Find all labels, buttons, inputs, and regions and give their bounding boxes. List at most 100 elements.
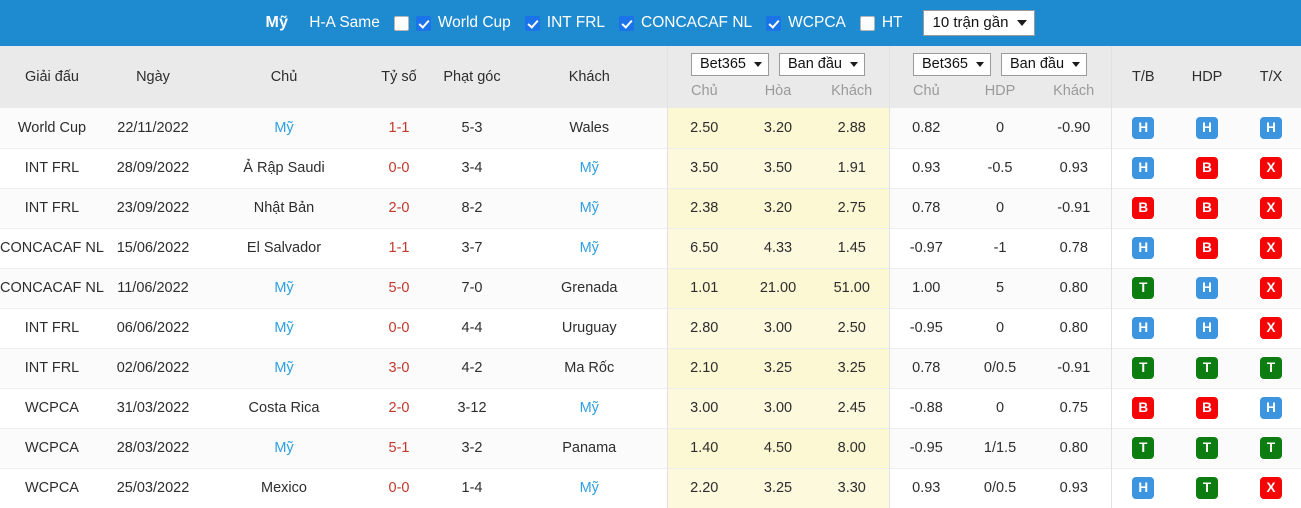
header-corners[interactable]: Phạt góc bbox=[432, 46, 512, 108]
cell-odds1-draw: 3.50 bbox=[741, 148, 815, 188]
subheader-odds2-hdp[interactable]: HDP bbox=[963, 83, 1037, 99]
cell-home-text[interactable]: Mỹ bbox=[274, 440, 293, 456]
filter-ha-same[interactable]: H-A Same bbox=[302, 14, 380, 32]
checkbox-world-cup[interactable] bbox=[415, 15, 431, 31]
cell-odds2-home: 0.93 bbox=[888, 148, 964, 188]
cell-league: INT FRL bbox=[0, 188, 104, 228]
cell-away-text[interactable]: Mỹ bbox=[580, 200, 599, 216]
table-row[interactable]: World Cup 22/11/2022 Mỹ 1-1 5-3 Wales 2.50 3.20… bbox=[0, 108, 1301, 148]
filter-concacaf-nl[interactable]: CONCACAF NL bbox=[641, 14, 752, 32]
cell-tx: X bbox=[1239, 468, 1301, 508]
cell-tx: H bbox=[1239, 108, 1301, 148]
header-tb[interactable]: T/B bbox=[1110, 46, 1176, 108]
filter-ht[interactable]: HT bbox=[882, 14, 903, 32]
checkbox-int-frl[interactable] bbox=[524, 15, 540, 31]
cell-tx-badge: H bbox=[1260, 116, 1283, 139]
cell-odds2-hdp: 0 bbox=[963, 308, 1038, 348]
cell-home: Mexico bbox=[202, 468, 366, 508]
cell-league: World Cup bbox=[0, 108, 104, 148]
cell-odds1-away: 3.30 bbox=[815, 468, 890, 508]
phase-select-2[interactable]: Ban đầu bbox=[1000, 53, 1088, 76]
cell-hdp-badge: H bbox=[1196, 116, 1219, 139]
header-league[interactable]: Giải đấu bbox=[0, 46, 104, 108]
checkbox-ht[interactable] bbox=[859, 15, 875, 31]
cell-home-text[interactable]: Mỹ bbox=[274, 280, 293, 296]
cell-league: INT FRL bbox=[0, 348, 104, 388]
cell-home-text[interactable]: Mỹ bbox=[274, 320, 293, 336]
subheader-odds1-home[interactable]: Chủ bbox=[668, 83, 742, 99]
cell-odds2-away: 0.80 bbox=[1037, 268, 1112, 308]
cell-home: Mỹ bbox=[202, 268, 366, 308]
bookmaker-select-2-value: Bet365 bbox=[922, 56, 968, 73]
table-row[interactable]: INT FRL 06/06/2022 Mỹ 0-0 4-4 Uruguay 2.80 3.00… bbox=[0, 308, 1301, 348]
phase-select-2-value: Ban đầu bbox=[1009, 56, 1065, 73]
cell-date: 15/06/2022 bbox=[104, 228, 202, 268]
header-away[interactable]: Khách bbox=[512, 46, 667, 108]
cell-odds2-away: 0.80 bbox=[1037, 308, 1112, 348]
cell-tb: B bbox=[1110, 188, 1176, 228]
chevron-down-icon bbox=[975, 61, 984, 67]
cell-score: 3-0 bbox=[366, 348, 432, 388]
cell-home: Mỹ bbox=[202, 108, 366, 148]
cell-home-text[interactable]: Mỹ bbox=[274, 360, 293, 376]
header-hdp-badge[interactable]: HDP bbox=[1175, 46, 1240, 108]
cell-odds1-home: 2.50 bbox=[666, 108, 741, 148]
cell-tb-badge: H bbox=[1132, 116, 1155, 139]
bookmaker-select-1[interactable]: Bet365 bbox=[691, 53, 769, 76]
header-date[interactable]: Ngày bbox=[104, 46, 202, 108]
header-home[interactable]: Chủ bbox=[202, 46, 366, 108]
table-row[interactable]: WCPCA 31/03/2022 Costa Rica 2-0 3-12 Mỹ 3.00 3.… bbox=[0, 388, 1301, 428]
cell-date: 06/06/2022 bbox=[104, 308, 202, 348]
cell-away-text[interactable]: Mỹ bbox=[580, 400, 599, 416]
filter-int-frl[interactable]: INT FRL bbox=[547, 14, 605, 32]
table-row[interactable]: WCPCA 25/03/2022 Mexico 0-0 1-4 Mỹ 2.20 3.25 3.3… bbox=[0, 468, 1301, 508]
cell-tx: X bbox=[1239, 148, 1301, 188]
table-row[interactable]: INT FRL 28/09/2022 Ả Rập Saudi 0-0 3-4 Mỹ 3.50… bbox=[0, 148, 1301, 188]
bookmaker-select-2[interactable]: Bet365 bbox=[913, 53, 991, 76]
subheader-odds2-home[interactable]: Chủ bbox=[890, 83, 964, 99]
match-count-select[interactable]: 10 trận gần bbox=[922, 10, 1036, 36]
subheader-odds1-away[interactable]: Khách bbox=[815, 83, 889, 99]
cell-away-text[interactable]: Mỹ bbox=[580, 160, 599, 176]
cell-odds2-home: -0.88 bbox=[888, 388, 964, 428]
cell-odds1-away: 51.00 bbox=[815, 268, 890, 308]
table-row[interactable]: INT FRL 02/06/2022 Mỹ 3-0 4-2 Ma Rốc 2.10 3.25 3… bbox=[0, 348, 1301, 388]
cell-away-text[interactable]: Mỹ bbox=[580, 240, 599, 256]
cell-corners: 8-2 bbox=[432, 188, 512, 228]
subheader-odds2-away[interactable]: Khách bbox=[1037, 83, 1111, 99]
filter-wcpca[interactable]: WCPCA bbox=[788, 14, 846, 32]
table-row[interactable]: INT FRL 23/09/2022 Nhật Bản 2-0 8-2 Mỹ 2.38 3.2… bbox=[0, 188, 1301, 228]
cell-hdp-badge: T bbox=[1196, 477, 1219, 499]
checkbox-ha-same[interactable] bbox=[393, 15, 409, 31]
cell-hdp-badge: T bbox=[1196, 357, 1219, 379]
table-row[interactable]: CONCACAF NL 15/06/2022 El Salvador 1-1 3-7 Mỹ… bbox=[0, 228, 1301, 268]
cell-tx: X bbox=[1239, 228, 1301, 268]
filter-ht-label: HT bbox=[881, 14, 903, 31]
table-row[interactable]: WCPCA 28/03/2022 Mỹ 5-1 3-2 Panama 1.40 4.50 8.0… bbox=[0, 428, 1301, 468]
filter-concacaf-nl-label: CONCACAF NL bbox=[641, 14, 753, 31]
cell-league: WCPCA bbox=[0, 388, 104, 428]
checkbox-concacaf-nl[interactable] bbox=[619, 15, 635, 31]
cell-tb: H bbox=[1110, 308, 1176, 348]
subheader-odds1-draw[interactable]: Hòa bbox=[741, 83, 815, 99]
table-row[interactable]: CONCACAF NL 11/06/2022 Mỹ 5-0 7-0 Grenada 1.01… bbox=[0, 268, 1301, 308]
cell-away: Mỹ bbox=[512, 468, 667, 508]
cell-odds1-draw: 4.33 bbox=[741, 228, 815, 268]
cell-hdp: T bbox=[1175, 348, 1240, 388]
cell-date: 02/06/2022 bbox=[104, 348, 202, 388]
cell-away-text[interactable]: Mỹ bbox=[580, 480, 599, 496]
header-score[interactable]: Tỷ số bbox=[366, 46, 432, 108]
cell-odds1-home: 3.00 bbox=[666, 388, 741, 428]
cell-tx: T bbox=[1239, 428, 1301, 468]
cell-odds1-draw: 3.25 bbox=[741, 348, 815, 388]
cell-league: CONCACAF NL bbox=[0, 268, 104, 308]
phase-select-1[interactable]: Ban đầu bbox=[778, 53, 865, 76]
cell-home-text[interactable]: Mỹ bbox=[274, 120, 293, 136]
checkbox-wcpca[interactable] bbox=[766, 15, 782, 31]
cell-score-text: 0-0 bbox=[388, 480, 410, 496]
cell-tx: X bbox=[1239, 188, 1301, 228]
cell-odds1-away: 1.91 bbox=[815, 148, 890, 188]
filter-world-cup[interactable]: World Cup bbox=[438, 14, 511, 32]
header-tx[interactable]: T/X bbox=[1239, 46, 1301, 108]
cell-odds1-away: 2.88 bbox=[815, 108, 890, 148]
